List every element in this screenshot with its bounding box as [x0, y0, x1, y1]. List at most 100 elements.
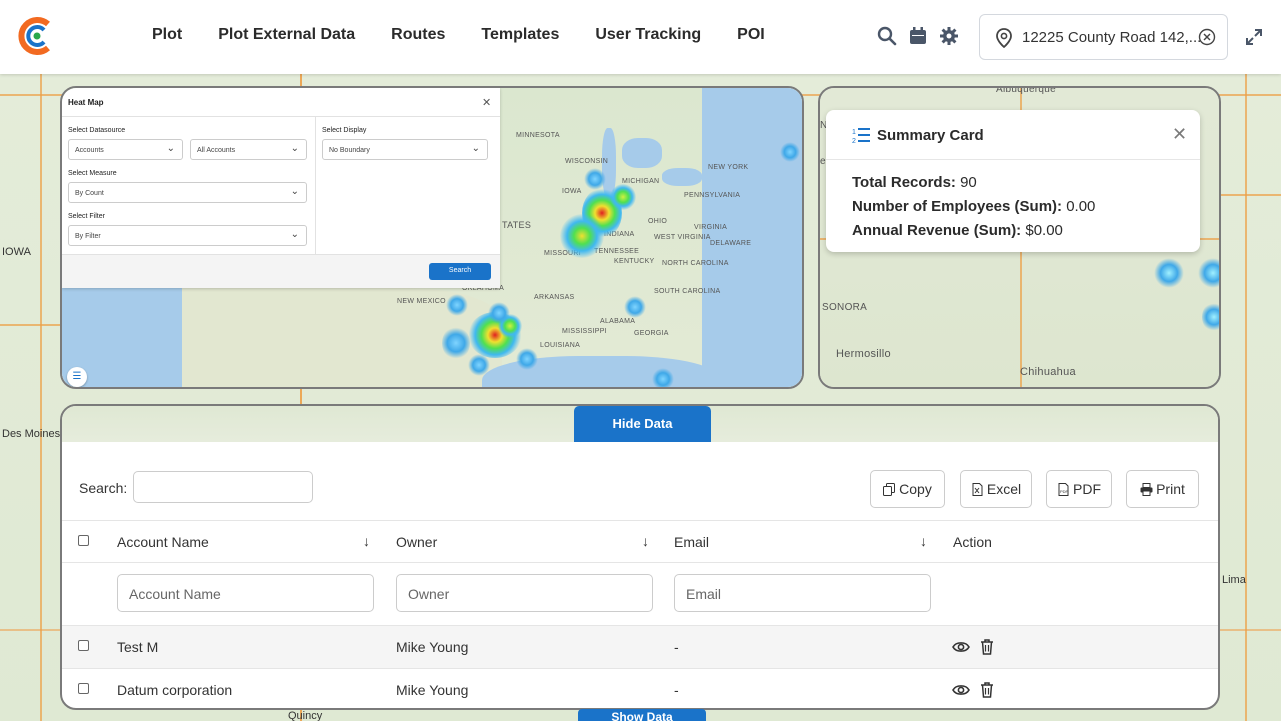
- heat-point: [560, 214, 604, 258]
- hide-data-button[interactable]: Hide Data: [574, 406, 711, 442]
- nav-plot[interactable]: Plot: [152, 26, 182, 44]
- heatmap-search-button[interactable]: Search: [429, 263, 491, 280]
- app-logo[interactable]: [18, 16, 54, 56]
- copy-button[interactable]: Copy: [870, 470, 945, 508]
- sort-arrow-icon[interactable]: ↓: [363, 533, 370, 549]
- excel-label: Excel: [986, 481, 1022, 497]
- sort-arrow-icon[interactable]: ↓: [642, 533, 649, 549]
- account-name-filter-input[interactable]: Account Name: [117, 574, 374, 612]
- heat-point: [1198, 258, 1219, 288]
- column-account-name[interactable]: Account Name: [117, 534, 209, 550]
- heat-point: [610, 184, 636, 210]
- map-label-mississippi: MISSISSIPPI: [562, 328, 607, 335]
- summary-row-employees: Number of Employees (Sum): 0.00: [852, 198, 1095, 215]
- heat-point: [442, 326, 470, 360]
- printer-icon: [1140, 482, 1153, 496]
- excel-button[interactable]: Excel: [960, 470, 1032, 508]
- close-icon[interactable]: ✕: [482, 96, 491, 109]
- column-email[interactable]: Email: [674, 534, 709, 550]
- datasource-select[interactable]: Accounts: [68, 139, 183, 160]
- pdf-button[interactable]: PDF PDF: [1046, 470, 1112, 508]
- map-label-new-york: NEW YORK: [708, 164, 749, 171]
- map-label-minnesota: MINNESOTA: [516, 132, 560, 139]
- map-label-tennessee: TENNESSEE: [594, 248, 640, 255]
- nav-plot-external-data[interactable]: Plot External Data: [218, 26, 355, 44]
- show-data-button[interactable]: Show Data: [578, 709, 706, 721]
- pdf-label: PDF: [1073, 481, 1101, 497]
- heat-point: [1154, 258, 1184, 288]
- nav-templates[interactable]: Templates: [481, 26, 559, 44]
- map-label-arkansas: ARKANSAS: [534, 294, 575, 301]
- display-label: Select Display: [322, 127, 367, 134]
- trash-icon[interactable]: [978, 681, 996, 699]
- filter-select[interactable]: By Filter: [68, 225, 307, 246]
- select-all-checkbox[interactable]: [78, 535, 89, 546]
- heat-point: [780, 142, 800, 162]
- table-row: Datum corporation Mike Young -: [62, 669, 1218, 708]
- copy-icon: [883, 482, 896, 496]
- clear-icon[interactable]: [1198, 28, 1216, 46]
- expand-icon[interactable]: [1245, 28, 1263, 46]
- display-select[interactable]: No Boundary: [322, 139, 488, 160]
- nav-routes[interactable]: Routes: [391, 26, 445, 44]
- heatmap-panel: WISCONSIN MINNESOTA MICHIGAN TATES INDIA…: [60, 86, 804, 389]
- column-action: Action: [953, 534, 992, 550]
- sort-arrow-icon[interactable]: ↓: [920, 533, 927, 549]
- table-row: Test M Mike Young -: [62, 626, 1218, 669]
- top-header: Plot Plot External Data Routes Templates…: [0, 0, 1281, 74]
- search-icon[interactable]: [877, 26, 897, 46]
- row-email: -: [674, 639, 679, 655]
- datasource-label: Select Datasource: [68, 127, 126, 134]
- map-label-georgia: GEORGIA: [634, 330, 669, 337]
- owner-filter-input[interactable]: Owner: [396, 574, 653, 612]
- eye-icon[interactable]: [952, 681, 970, 699]
- row-checkbox[interactable]: [78, 683, 89, 694]
- svg-text:2: 2: [852, 138, 856, 144]
- nav-poi[interactable]: POI: [737, 26, 765, 44]
- eye-icon[interactable]: [952, 638, 970, 656]
- location-search-field[interactable]: 12225 County Road 142,...: [979, 14, 1228, 60]
- map-label-virginia: VIRGINIA: [694, 224, 728, 231]
- data-panel: Hide Data Search: Copy Excel PDF PDF Pri…: [60, 404, 1220, 710]
- summary-row-label: Number of Employees (Sum):: [852, 198, 1063, 215]
- bg-label-lima: Lima: [1222, 574, 1246, 586]
- row-checkbox[interactable]: [78, 640, 89, 651]
- summary-row-label: Annual Revenue (Sum):: [852, 222, 1022, 239]
- summary-row-revenue: Annual Revenue (Sum): $0.00: [852, 222, 1063, 239]
- heatmap-title: Heat Map: [68, 98, 104, 107]
- list-icon[interactable]: ☰: [67, 367, 87, 387]
- gear-icon[interactable]: [939, 26, 959, 46]
- table-search-input[interactable]: [133, 471, 313, 503]
- numbered-list-icon: 1 2: [852, 128, 870, 144]
- row-owner: Mike Young: [396, 682, 469, 698]
- bg-label-des-moines: Des Moines: [2, 428, 61, 440]
- calendar-icon[interactable]: [908, 26, 928, 46]
- map-label-pennsylvania: PENNSYLVANIA: [684, 192, 741, 199]
- heat-point: [446, 294, 468, 316]
- map-label-albuquerque: Albuquerque: [996, 86, 1057, 95]
- column-owner[interactable]: Owner: [396, 534, 437, 550]
- map-label-kentucky: KENTUCKY: [614, 258, 655, 265]
- close-icon[interactable]: ✕: [1172, 124, 1187, 145]
- location-value: 12225 County Road 142,...: [1022, 29, 1202, 46]
- trash-icon[interactable]: [978, 638, 996, 656]
- summary-row-value: 90: [960, 174, 977, 191]
- accounts-select[interactable]: All Accounts: [190, 139, 307, 160]
- print-button[interactable]: Print: [1126, 470, 1199, 508]
- map-label-iowa: IOWA: [562, 188, 582, 195]
- excel-file-icon: [972, 482, 983, 496]
- svg-text:PDF: PDF: [1060, 489, 1069, 494]
- map-label-delaware: DELAWARE: [710, 240, 752, 247]
- map-label-louisiana: LOUISIANA: [540, 342, 581, 349]
- map-label-ohio: OHIO: [648, 218, 668, 225]
- map-label-chihuahua: Chihuahua: [1020, 366, 1076, 378]
- measure-select[interactable]: By Count: [68, 182, 307, 203]
- summary-row-label: Total Records:: [852, 174, 956, 191]
- map-label-hermosillo: Hermosillo: [836, 348, 891, 360]
- table-search-label: Search:: [79, 480, 128, 496]
- email-filter-input[interactable]: Email: [674, 574, 931, 612]
- heat-point: [468, 354, 490, 376]
- nav-user-tracking[interactable]: User Tracking: [595, 26, 701, 44]
- table-header: Account Name ↓ Owner ↓ Email ↓ Action: [62, 520, 1218, 563]
- heat-point: [488, 302, 510, 324]
